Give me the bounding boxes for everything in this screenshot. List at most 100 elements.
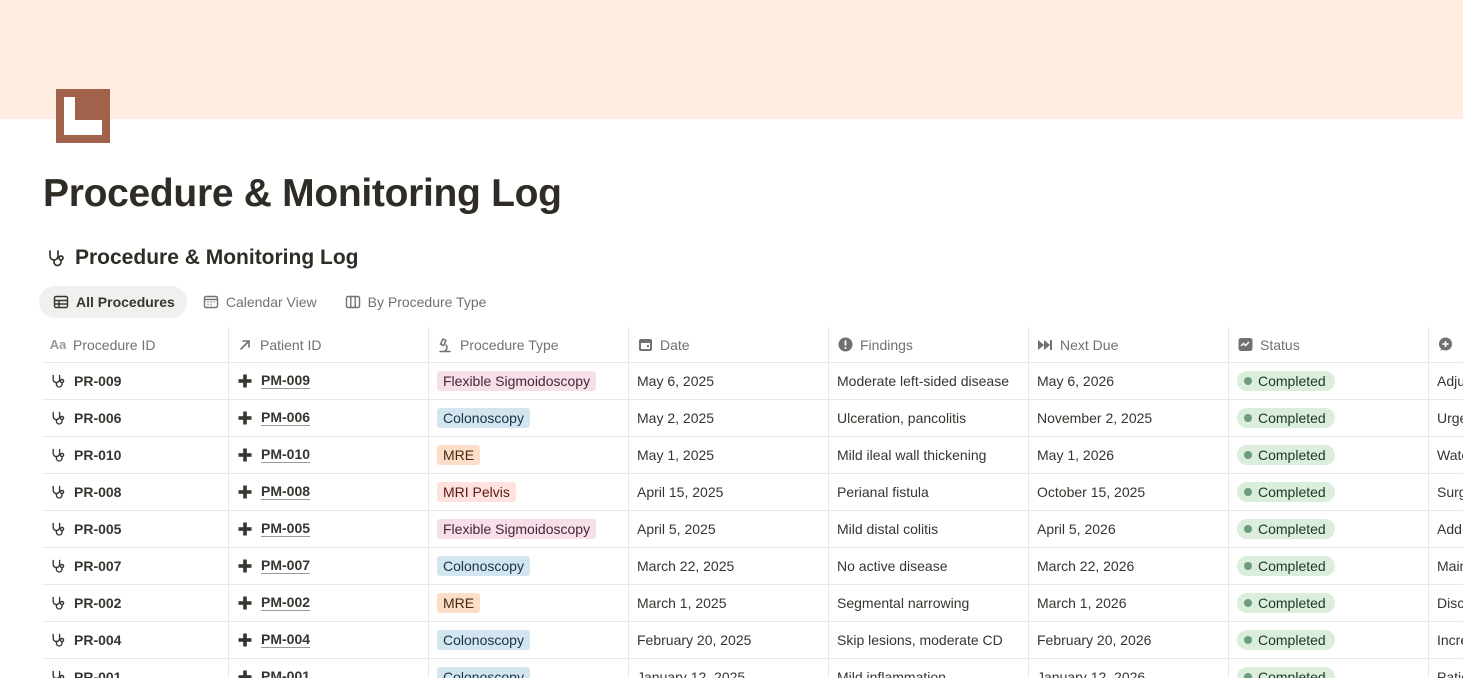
table-row[interactable]: PR-009 PM-009 Flexible Sigmoidoscopy May 6,… [42, 363, 1463, 400]
notes-cell[interactable]: Add [1428, 511, 1463, 547]
next-due-cell[interactable]: May 1, 2026 [1028, 437, 1228, 473]
notes-cell[interactable]: Surg [1428, 474, 1463, 510]
procedure-id[interactable]: PR-009 [74, 373, 121, 389]
date-cell[interactable]: March 22, 2025 [628, 548, 828, 584]
notes-cell[interactable]: Patie [1428, 659, 1463, 678]
procedure-id[interactable]: PR-007 [74, 558, 121, 574]
database-title-text[interactable]: Procedure & Monitoring Log [75, 246, 359, 270]
date-cell[interactable]: January 12, 2025 [628, 659, 828, 678]
procedure-id-cell[interactable]: PR-004 [42, 622, 228, 658]
findings-cell[interactable]: No active disease [828, 548, 1028, 584]
notes-cell[interactable]: Adju [1428, 363, 1463, 399]
findings-cell[interactable]: Skip lesions, moderate CD [828, 622, 1028, 658]
patient-id-link[interactable]: PM-004 [261, 632, 311, 648]
findings-cell[interactable]: Moderate left-sided disease [828, 363, 1028, 399]
table-row[interactable]: PR-001 PM-001 Colonoscopy January 12, 2025 M… [42, 659, 1463, 678]
table-row[interactable]: PR-010 PM-010 MRE May 1, 2025 Mild ileal wal… [42, 437, 1463, 474]
patient-id-link[interactable]: PM-001 [261, 669, 310, 678]
procedure-id-cell[interactable]: PR-002 [42, 585, 228, 621]
patient-id-cell[interactable]: PM-007 [228, 548, 428, 584]
findings-cell[interactable]: Perianal fistula [828, 474, 1028, 510]
status-cell[interactable]: Completed [1228, 511, 1428, 547]
table-row[interactable]: PR-007 PM-007 Colonoscopy March 22, 2025 No … [42, 548, 1463, 585]
procedure-id-cell[interactable]: PR-008 [42, 474, 228, 510]
date-cell[interactable]: May 1, 2025 [628, 437, 828, 473]
patient-id-cell[interactable]: PM-004 [228, 622, 428, 658]
patient-id-link[interactable]: PM-005 [261, 521, 311, 537]
column-header-procedure-id[interactable]: Aa Procedure ID [42, 327, 228, 362]
patient-id-link[interactable]: PM-009 [261, 373, 311, 389]
procedure-id-cell[interactable]: PR-005 [42, 511, 228, 547]
procedure-type-cell[interactable]: Colonoscopy [428, 659, 628, 678]
patient-id-cell[interactable]: PM-009 [228, 363, 428, 399]
notes-cell[interactable]: Wate [1428, 437, 1463, 473]
column-header-status[interactable]: Status [1228, 327, 1428, 362]
column-header-findings[interactable]: Findings [828, 327, 1028, 362]
date-cell[interactable]: April 5, 2025 [628, 511, 828, 547]
patient-id-link[interactable]: PM-007 [261, 558, 311, 574]
next-due-cell[interactable]: May 6, 2026 [1028, 363, 1228, 399]
findings-cell[interactable]: Mild distal colitis [828, 511, 1028, 547]
procedure-type-cell[interactable]: Colonoscopy [428, 400, 628, 436]
table-row[interactable]: PR-004 PM-004 Colonoscopy February 20, 2025… [42, 622, 1463, 659]
status-cell[interactable]: Completed [1228, 548, 1428, 584]
procedure-id[interactable]: PR-008 [74, 484, 121, 500]
procedure-id[interactable]: PR-010 [74, 447, 121, 463]
column-header-procedure-type[interactable]: Procedure Type [428, 327, 628, 362]
patient-id-link[interactable]: PM-006 [261, 410, 311, 426]
procedure-type-cell[interactable]: MRI Pelvis [428, 474, 628, 510]
tab-by-procedure-type[interactable]: By Procedure Type [331, 286, 499, 318]
procedure-id[interactable]: PR-006 [74, 410, 121, 426]
tab-all-procedures[interactable]: All Procedures [39, 286, 187, 318]
procedure-type-cell[interactable]: MRE [428, 585, 628, 621]
procedure-type-cell[interactable]: MRE [428, 437, 628, 473]
status-cell[interactable]: Completed [1228, 622, 1428, 658]
tab-calendar-view[interactable]: Calendar View [189, 286, 329, 318]
findings-cell[interactable]: Segmental narrowing [828, 585, 1028, 621]
table-row[interactable]: PR-002 PM-002 MRE March 1, 2025 Segmental na… [42, 585, 1463, 622]
procedure-id[interactable]: PR-001 [74, 669, 121, 678]
procedure-type-cell[interactable]: Flexible Sigmoidoscopy [428, 363, 628, 399]
notes-cell[interactable]: Main [1428, 548, 1463, 584]
procedure-id[interactable]: PR-004 [74, 632, 121, 648]
patient-id-cell[interactable]: PM-008 [228, 474, 428, 510]
status-cell[interactable]: Completed [1228, 585, 1428, 621]
patient-id-cell[interactable]: PM-005 [228, 511, 428, 547]
patient-id-cell[interactable]: PM-001 [228, 659, 428, 678]
procedure-id[interactable]: PR-002 [74, 595, 121, 611]
procedure-id-cell[interactable]: PR-001 [42, 659, 228, 678]
findings-cell[interactable]: Ulceration, pancolitis [828, 400, 1028, 436]
next-due-cell[interactable]: March 1, 2026 [1028, 585, 1228, 621]
date-cell[interactable]: February 20, 2025 [628, 622, 828, 658]
status-cell[interactable]: Completed [1228, 474, 1428, 510]
next-due-cell[interactable]: April 5, 2026 [1028, 511, 1228, 547]
patient-id-link[interactable]: PM-010 [261, 447, 311, 463]
status-cell[interactable]: Completed [1228, 437, 1428, 473]
procedure-type-cell[interactable]: Flexible Sigmoidoscopy [428, 511, 628, 547]
date-cell[interactable]: May 2, 2025 [628, 400, 828, 436]
table-row[interactable]: PR-005 PM-005 Flexible Sigmoidoscopy April … [42, 511, 1463, 548]
patient-id-cell[interactable]: PM-006 [228, 400, 428, 436]
layout-icon[interactable] [56, 89, 110, 143]
procedure-id[interactable]: PR-005 [74, 521, 121, 537]
patient-id-cell[interactable]: PM-010 [228, 437, 428, 473]
procedure-id-cell[interactable]: PR-009 [42, 363, 228, 399]
table-row[interactable]: PR-008 PM-008 MRI Pelvis April 15, 2025 Peri… [42, 474, 1463, 511]
column-header-date[interactable]: Date [628, 327, 828, 362]
procedure-id-cell[interactable]: PR-006 [42, 400, 228, 436]
notes-cell[interactable]: Incre [1428, 622, 1463, 658]
next-due-cell[interactable]: January 12, 2026 [1028, 659, 1228, 678]
notes-cell[interactable]: Urge [1428, 400, 1463, 436]
status-cell[interactable]: Completed [1228, 363, 1428, 399]
column-header-patient-id[interactable]: Patient ID [228, 327, 428, 362]
next-due-cell[interactable]: October 15, 2025 [1028, 474, 1228, 510]
column-header-next-due[interactable]: Next Due [1028, 327, 1228, 362]
next-due-cell[interactable]: November 2, 2025 [1028, 400, 1228, 436]
findings-cell[interactable]: Mild inflammation [828, 659, 1028, 678]
date-cell[interactable]: March 1, 2025 [628, 585, 828, 621]
table-row[interactable]: PR-006 PM-006 Colonoscopy May 2, 2025 Ulcera… [42, 400, 1463, 437]
procedure-id-cell[interactable]: PR-010 [42, 437, 228, 473]
patient-id-link[interactable]: PM-008 [261, 484, 311, 500]
date-cell[interactable]: May 6, 2025 [628, 363, 828, 399]
procedure-type-cell[interactable]: Colonoscopy [428, 548, 628, 584]
